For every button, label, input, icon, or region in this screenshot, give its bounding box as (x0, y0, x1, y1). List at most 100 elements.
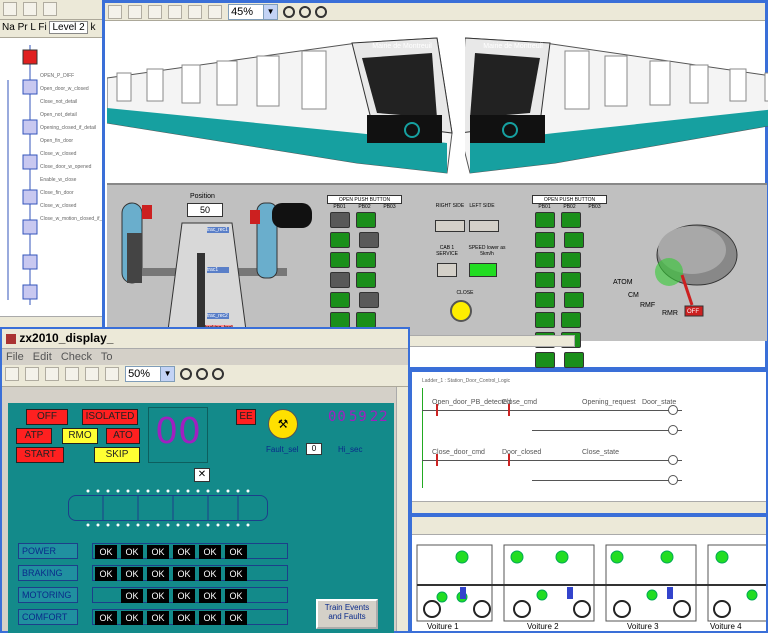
door-push-button[interactable] (535, 292, 555, 308)
zoom-out-icon[interactable] (196, 368, 209, 380)
door-push-button[interactable] (564, 292, 585, 308)
rung-1-coil (668, 405, 678, 415)
save-icon[interactable] (108, 5, 122, 19)
mode-rmo[interactable]: RMO (62, 428, 98, 444)
zoom-out-icon[interactable] (299, 6, 312, 18)
app-icon (6, 333, 16, 344)
door-push-button[interactable] (356, 212, 376, 228)
paste-icon[interactable] (65, 367, 79, 381)
tab-na[interactable]: Na (2, 22, 15, 33)
mode-atp[interactable]: ATP (16, 428, 52, 444)
position-label: Position (190, 193, 215, 200)
door-push-button[interactable] (535, 252, 555, 268)
events-button[interactable]: Train Events and Faults (316, 599, 378, 629)
door-push-button[interactable] (330, 212, 350, 228)
door-push-button[interactable] (561, 312, 581, 328)
door-push-button[interactable] (330, 312, 350, 328)
wrench-button[interactable]: ⚒ (268, 409, 298, 439)
menu-check[interactable]: Check (61, 351, 92, 363)
tab-pr[interactable]: Pr (18, 22, 28, 33)
zoom-fit-icon[interactable] (212, 368, 225, 380)
sfc-step: Enable_w_close (40, 177, 77, 183)
door-push-button[interactable] (359, 232, 380, 248)
door-push-button[interactable] (356, 312, 376, 328)
car-label-2: Voiture 2 (527, 622, 559, 631)
menu-file[interactable]: File (6, 351, 24, 363)
fault-label: Fault_sel (266, 445, 299, 454)
paste-icon[interactable] (168, 5, 182, 19)
right-side-button[interactable] (435, 220, 465, 232)
zoom-fit-icon[interactable] (315, 6, 328, 18)
cut-icon[interactable] (148, 5, 162, 19)
driver-display: OFF ISOLATED ATP RMO ATO START SKIP 00 E… (8, 403, 394, 633)
door-push-button[interactable] (535, 312, 555, 328)
redo-icon[interactable] (105, 367, 119, 381)
fault-value[interactable]: 0 (306, 443, 322, 455)
bottom-vscroll[interactable] (396, 387, 408, 631)
zoom-in-icon[interactable] (283, 6, 296, 18)
mode-isolated[interactable]: ISOLATED (82, 409, 138, 425)
selector-cm: CM (628, 292, 639, 299)
door-push-button[interactable] (535, 272, 555, 288)
status-cell: OK (121, 589, 143, 603)
print-icon[interactable] (23, 2, 37, 16)
door-push-button[interactable] (561, 212, 581, 228)
close-button[interactable] (450, 300, 472, 322)
door-push-button[interactable] (330, 272, 350, 288)
door-push-button[interactable] (330, 292, 350, 308)
copy-icon[interactable] (45, 367, 59, 381)
save-icon[interactable] (3, 2, 17, 16)
tab-l[interactable]: L (30, 22, 35, 33)
menu-edit[interactable]: Edit (33, 351, 52, 363)
zoom-select[interactable]: 50% ▼ (125, 366, 176, 382)
zoom-select[interactable]: 45% ▼ (228, 4, 279, 20)
ladder-hscroll[interactable] (412, 501, 766, 513)
clock-minutes: 59 (348, 409, 368, 425)
status-label-comfort: COMFORT (18, 609, 78, 625)
status-cell: OK (199, 545, 221, 559)
zoom-value: 50% (128, 368, 151, 380)
rung-1-label: Close_cmd (502, 399, 538, 406)
door-push-button[interactable] (535, 212, 555, 228)
door-push-button[interactable] (535, 352, 555, 368)
undo-icon[interactable] (188, 5, 202, 19)
menu-tools[interactable]: To (101, 351, 113, 363)
tab-k[interactable]: k (91, 22, 96, 33)
sfc-step: Close_w_motion_closed_if_loss (40, 216, 102, 222)
zoom-in-icon[interactable] (180, 368, 193, 380)
copy-icon[interactable] (43, 2, 57, 16)
lever-label-3: trac_rec2 (207, 313, 229, 319)
door-push-button[interactable] (356, 272, 376, 288)
door-push-button[interactable] (330, 232, 350, 248)
right-side-label: RIGHT SIDE (435, 203, 465, 209)
undo-icon[interactable] (85, 367, 99, 381)
mode-ato[interactable]: ATO (106, 428, 140, 444)
status-cell: OK (121, 567, 143, 581)
mode-off[interactable]: OFF (26, 409, 68, 425)
left-side-button[interactable] (469, 220, 499, 232)
save-icon[interactable] (5, 367, 19, 381)
print-icon[interactable] (25, 367, 39, 381)
door-push-button[interactable] (535, 232, 555, 248)
tab-fi[interactable]: Fi (38, 22, 46, 33)
door-push-button[interactable] (564, 232, 585, 248)
door-push-button[interactable] (561, 252, 581, 268)
cars-window: Voiture 1 Voiture 2 Voiture 3 Voiture 4 (410, 515, 768, 633)
door-push-button[interactable] (359, 292, 380, 308)
status-cell: OK (199, 611, 221, 625)
status-cell: OK (225, 589, 247, 603)
left-toolbar (0, 0, 103, 20)
door-push-button[interactable] (356, 252, 376, 268)
tab-level2[interactable]: Level 2 (49, 21, 88, 34)
door-push-button[interactable] (330, 252, 350, 268)
print-icon[interactable] (128, 5, 142, 19)
cab-service-button[interactable] (437, 263, 457, 277)
door-push-button[interactable] (561, 272, 581, 288)
rung-2b-wire (532, 480, 682, 481)
sfc-step: Close_door_w_opened (40, 164, 92, 170)
door-push-button[interactable] (564, 352, 585, 368)
lever-label-2: trac1 (207, 267, 229, 273)
mode-skip[interactable]: SKIP (94, 447, 140, 463)
redo-icon[interactable] (208, 5, 222, 19)
mode-start[interactable]: START (16, 447, 64, 463)
